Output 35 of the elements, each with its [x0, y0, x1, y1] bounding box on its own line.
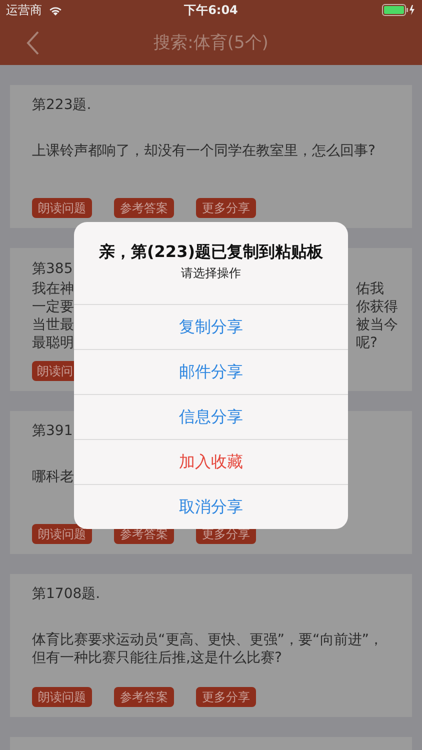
alert-message: 请选择操作 — [180, 265, 242, 281]
action-button[interactable]: 朗读问题 — [32, 524, 92, 544]
action-button[interactable]: 更多分享 — [196, 687, 256, 707]
question-text: 一定要 — [32, 298, 74, 316]
alert-action[interactable]: 邮件分享 — [74, 349, 348, 394]
chevron-left-icon — [26, 30, 40, 54]
alert-title: 亲，第(223)题已复制到粘贴板 — [98, 241, 324, 263]
question-text: 哪科老 — [32, 468, 75, 486]
action-button[interactable]: 参考答案 — [114, 687, 174, 707]
question-text: 你获得 — [356, 298, 399, 316]
action-button[interactable]: 参考答案 — [114, 198, 174, 218]
alert-action[interactable]: 复制分享 — [74, 304, 348, 349]
question-number: 第223题. — [32, 96, 92, 115]
page-title: 搜索:体育(5个) — [152, 32, 270, 54]
question-text: 体育比赛要求运动员“更高、更快、更强”，要“向前进”， 但有一种比赛只能往后推,这是什么比赛? — [32, 631, 384, 667]
question-text: 我在神 — [32, 280, 74, 298]
question-text: 最聪明 — [32, 334, 74, 352]
question-text: 上课铃声都响了，却没有一个同学在教室里，怎么回事? — [32, 142, 376, 160]
question-number: 第1708题. — [32, 585, 100, 604]
alert-action[interactable]: 取消分享 — [74, 484, 348, 529]
question-number: 第385 — [32, 260, 73, 279]
action-button[interactable]: 朗读问题 — [32, 198, 92, 218]
action-button[interactable]: 朗读问题 — [32, 687, 92, 707]
question-text: 被当今 — [356, 316, 399, 334]
battery-icon — [382, 4, 416, 16]
alert-action[interactable]: 信息分享 — [74, 394, 348, 439]
action-button[interactable]: 更多分享 — [196, 198, 256, 218]
clock-time: 下午6:04 — [184, 2, 238, 18]
wifi-icon — [48, 4, 63, 16]
question-number: 第391 — [32, 422, 73, 441]
question-text: 佑我 — [356, 280, 385, 298]
question-text: 呢? — [356, 334, 378, 352]
alert-action[interactable]: 加入收藏 — [74, 439, 348, 484]
question-text: 当世最 — [32, 316, 74, 334]
carrier-label: 运营商 — [6, 2, 42, 18]
